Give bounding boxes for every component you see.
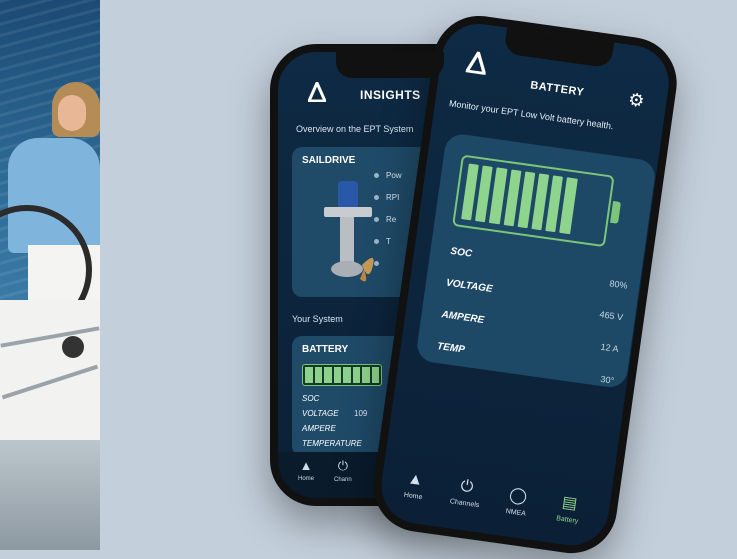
page-subtitle: Monitor your EPT Low Volt battery health… bbox=[448, 98, 615, 132]
saildrive-metrics-list: Pow RPI Re T bbox=[374, 171, 402, 281]
nav-label: Battery bbox=[555, 515, 579, 526]
metric-value: 109 bbox=[354, 409, 368, 418]
battery-terminal bbox=[610, 200, 622, 224]
nav-label: NMEA bbox=[505, 508, 527, 518]
nav-battery[interactable]: ▤ Battery bbox=[542, 489, 596, 527]
list-item: RPI bbox=[374, 193, 402, 215]
saildrive-title: SAILDRIVE bbox=[302, 155, 356, 166]
metric-value: 80% bbox=[608, 278, 629, 291]
metric-label: AMPERE bbox=[302, 424, 336, 433]
nav-label: Channels bbox=[449, 498, 480, 510]
bottom-nav: ▲ Home ⏻ Channels ◯ NMEA ▤ Battery bbox=[377, 457, 612, 550]
metric-label: SOC bbox=[302, 394, 320, 403]
power-icon: ⏻ bbox=[459, 477, 475, 497]
person-face bbox=[58, 95, 86, 131]
page-title: BATTERY bbox=[529, 79, 585, 99]
your-system-label: Your System bbox=[292, 314, 343, 324]
battery-card-title: BATTERY bbox=[302, 344, 349, 355]
battery-detail-card: SOC 80% VOLTAGE 465 V AMPERE 12 A TEMP 30° bbox=[415, 132, 658, 390]
nav-label: Home bbox=[298, 476, 315, 482]
nav-nmea[interactable]: ◯ NMEA bbox=[490, 482, 544, 520]
metric-label: VOLTAGE bbox=[302, 409, 339, 418]
nav-label: Chann bbox=[334, 477, 352, 483]
nav-home[interactable]: ▲ Home bbox=[388, 468, 442, 504]
list-item: Re bbox=[374, 215, 402, 237]
metric-value: 30° bbox=[599, 373, 615, 386]
battery-level-bar bbox=[452, 154, 615, 248]
app-logo-icon bbox=[464, 48, 489, 82]
battery-icon: ▤ bbox=[560, 493, 579, 513]
nav-channels[interactable]: ⏻ Channels bbox=[439, 475, 493, 511]
power-icon: ⏻ bbox=[337, 458, 348, 473]
battery-level-bar bbox=[302, 364, 382, 386]
metric-value: 465 V bbox=[598, 309, 624, 323]
phone-notch bbox=[503, 27, 614, 69]
page-subtitle: Overview on the EPT System bbox=[296, 124, 414, 134]
sailboat-icon: ▲ bbox=[406, 470, 425, 490]
list-item bbox=[374, 259, 402, 281]
winch bbox=[62, 336, 84, 358]
nav-home[interactable]: ▲ Home bbox=[298, 458, 314, 482]
list-item: T bbox=[374, 237, 402, 259]
page-title: INSIGHTS bbox=[360, 88, 421, 102]
metric-value: 12 A bbox=[599, 341, 620, 355]
nav-channels[interactable]: ⏻ Chann bbox=[334, 458, 352, 483]
nav-label: Home bbox=[403, 491, 423, 502]
metric-label: SOC bbox=[449, 245, 473, 260]
app-logo-icon bbox=[306, 79, 328, 108]
list-item: Pow bbox=[374, 171, 402, 193]
sailing-photo bbox=[0, 0, 100, 550]
phone-notch bbox=[336, 52, 444, 78]
battery-metrics: SOC 80% VOLTAGE 465 V AMPERE 12 A TEMP 30° bbox=[433, 246, 629, 398]
battery-segment bbox=[588, 181, 606, 238]
sailboat-icon: ▲ bbox=[299, 458, 313, 473]
gauge-icon: ◯ bbox=[508, 486, 529, 506]
gear-icon[interactable]: ⚙ bbox=[627, 89, 646, 112]
boat-hull bbox=[0, 440, 100, 550]
metric-label: TEMPERATURE bbox=[302, 439, 362, 448]
